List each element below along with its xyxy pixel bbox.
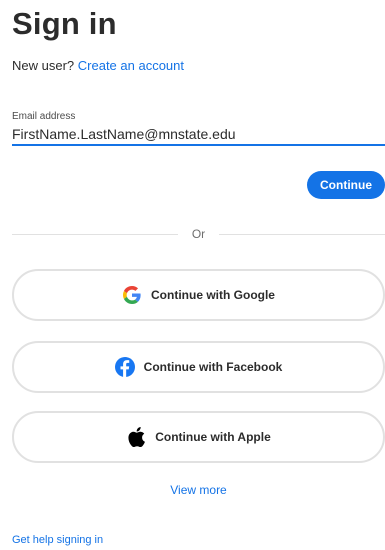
- google-icon: [122, 285, 142, 305]
- email-field[interactable]: [12, 124, 385, 146]
- continue-with-google-button[interactable]: Continue with Google: [12, 269, 385, 321]
- facebook-icon: [114, 357, 135, 377]
- continue-button[interactable]: Continue: [307, 171, 385, 199]
- or-divider: Or: [12, 226, 385, 242]
- view-more-row: View more: [12, 482, 385, 498]
- divider-line-left: [12, 233, 178, 235]
- apple-icon: [126, 427, 146, 447]
- sign-in-page: Sign in New user? Create an account Emai…: [12, 0, 385, 550]
- new-user-prompt: New user?: [12, 58, 75, 73]
- facebook-button-label: Continue with Facebook: [143, 360, 283, 374]
- get-help-signing-in-link[interactable]: Get help signing in: [12, 534, 103, 546]
- email-label: Email address: [12, 111, 76, 122]
- divider-or-text: Or: [191, 227, 206, 241]
- create-account-link[interactable]: Create an account: [78, 58, 184, 73]
- divider-line-right: [219, 233, 385, 235]
- new-user-row: New user? Create an account: [12, 57, 184, 75]
- continue-with-apple-button[interactable]: Continue with Apple: [12, 411, 385, 463]
- apple-button-label: Continue with Apple: [155, 430, 271, 444]
- help-row: Get help signing in: [12, 533, 103, 547]
- google-button-label: Continue with Google: [151, 288, 275, 302]
- continue-with-facebook-button[interactable]: Continue with Facebook: [12, 341, 385, 393]
- page-title: Sign in: [12, 6, 117, 41]
- view-more-link[interactable]: View more: [170, 483, 226, 497]
